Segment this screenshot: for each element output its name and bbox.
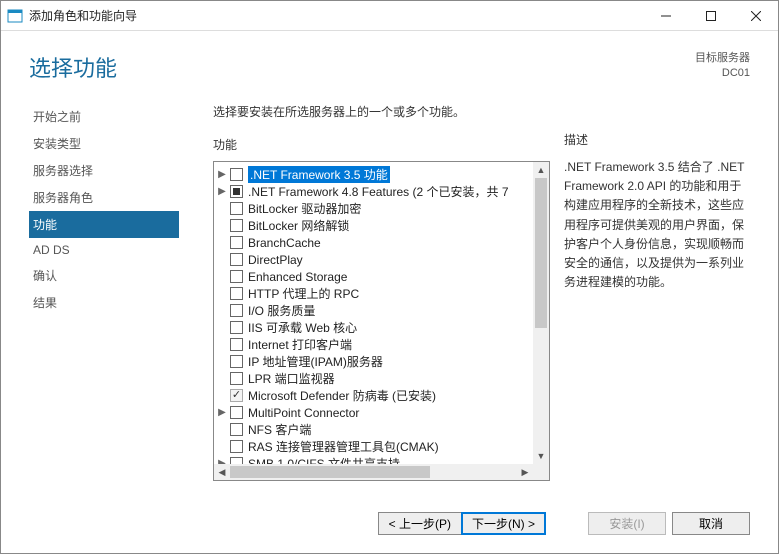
description-label: 描述: [564, 131, 750, 148]
maximize-button[interactable]: [688, 1, 733, 30]
feature-checkbox[interactable]: [230, 287, 243, 300]
description-text: .NET Framework 3.5 结合了 .NET Framework 2.…: [564, 158, 750, 292]
target-value: DC01: [695, 66, 750, 81]
feature-row[interactable]: DirectPlay: [216, 251, 531, 268]
sidebar-item-before-you-begin[interactable]: 开始之前: [29, 103, 179, 130]
feature-row[interactable]: IIS 可承载 Web 核心: [216, 319, 531, 336]
scroll-down-icon[interactable]: ▼: [533, 448, 549, 464]
feature-label[interactable]: .NET Framework 4.8 Features (2 个已安装，共 7: [248, 183, 509, 200]
sidebar-item-server-selection[interactable]: 服务器选择: [29, 157, 179, 184]
feature-row[interactable]: Microsoft Defender 防病毒 (已安装): [216, 387, 531, 404]
cancel-button[interactable]: 取消: [672, 512, 750, 535]
vertical-scrollbar[interactable]: ▲ ▼: [533, 162, 549, 464]
feature-row[interactable]: ▶ .NET Framework 4.8 Features (2 个已安装，共 7: [216, 183, 531, 200]
install-button[interactable]: 安装(I): [588, 512, 666, 535]
feature-row[interactable]: HTTP 代理上的 RPC: [216, 285, 531, 302]
feature-checkbox[interactable]: [230, 440, 243, 453]
wizard-footer: < 上一步(P) 下一步(N) > 安装(I) 取消: [1, 493, 778, 553]
feature-checkbox[interactable]: [230, 270, 243, 283]
minimize-button[interactable]: [643, 1, 688, 30]
feature-label[interactable]: IIS 可承载 Web 核心: [248, 319, 357, 336]
feature-label[interactable]: Internet 打印客户端: [248, 336, 352, 353]
feature-label[interactable]: MultiPoint Connector: [248, 406, 359, 420]
feature-checkbox[interactable]: [230, 321, 243, 334]
instruction-text: 选择要安装在所选服务器上的一个或多个功能。: [213, 103, 550, 120]
feature-label[interactable]: BranchCache: [248, 236, 321, 250]
sidebar-item-confirmation[interactable]: 确认: [29, 262, 179, 289]
horizontal-scroll-thumb[interactable]: [230, 466, 430, 478]
feature-checkbox[interactable]: [230, 185, 243, 198]
feature-row[interactable]: I/O 服务质量: [216, 302, 531, 319]
feature-label[interactable]: LPR 端口监视器: [248, 370, 335, 387]
feature-label[interactable]: SMB 1.0/CIFS 文件共享支持: [248, 455, 400, 464]
feature-row[interactable]: IP 地址管理(IPAM)服务器: [216, 353, 531, 370]
feature-checkbox[interactable]: [230, 338, 243, 351]
features-tree: ▶ .NET Framework 3.5 功能 ▶ .NET Framework 4.…: [213, 161, 550, 481]
feature-label[interactable]: I/O 服务质量: [248, 302, 315, 319]
sidebar-item-server-roles[interactable]: 服务器角色: [29, 184, 179, 211]
previous-button[interactable]: < 上一步(P): [378, 512, 461, 535]
scroll-corner: [533, 464, 549, 480]
feature-label[interactable]: Microsoft Defender 防病毒 (已安装): [248, 387, 436, 404]
feature-checkbox[interactable]: [230, 304, 243, 317]
feature-checkbox[interactable]: [230, 202, 243, 215]
feature-checkbox[interactable]: [230, 236, 243, 249]
vertical-scroll-thumb[interactable]: [535, 178, 547, 328]
scroll-up-icon[interactable]: ▲: [533, 162, 549, 178]
feature-row[interactable]: ▶SMB 1.0/CIFS 文件共享支持: [216, 455, 531, 464]
scroll-left-icon[interactable]: ◀: [214, 464, 230, 480]
feature-row[interactable]: BitLocker 驱动器加密: [216, 200, 531, 217]
feature-label[interactable]: .NET Framework 3.5 功能: [248, 166, 390, 183]
feature-checkbox[interactable]: [230, 457, 243, 464]
titlebar: 添加角色和功能向导: [1, 1, 778, 31]
feature-row[interactable]: BitLocker 网络解锁: [216, 217, 531, 234]
feature-checkbox: [230, 389, 243, 402]
horizontal-scrollbar[interactable]: ◀ ▶: [214, 464, 533, 480]
scroll-right-icon[interactable]: ▶: [517, 464, 533, 480]
expander-icon[interactable]: ▶: [216, 407, 228, 418]
wizard-steps-sidebar: 开始之前 安装类型 服务器选择 服务器角色 功能 AD DS 确认 结果: [29, 93, 179, 493]
feature-checkbox[interactable]: [230, 355, 243, 368]
feature-row[interactable]: ▶ MultiPoint Connector: [216, 404, 531, 421]
feature-row[interactable]: LPR 端口监视器: [216, 370, 531, 387]
feature-checkbox[interactable]: [230, 219, 243, 232]
close-button[interactable]: [733, 1, 778, 30]
feature-label[interactable]: NFS 客户端: [248, 421, 311, 438]
feature-checkbox[interactable]: [230, 406, 243, 419]
feature-checkbox[interactable]: [230, 423, 243, 436]
feature-checkbox[interactable]: [230, 253, 243, 266]
feature-label[interactable]: BitLocker 驱动器加密: [248, 200, 361, 217]
feature-label[interactable]: Enhanced Storage: [248, 270, 347, 284]
expander-icon[interactable]: ▶: [216, 186, 228, 197]
app-icon: [7, 8, 23, 24]
feature-row[interactable]: RAS 连接管理器管理工具包(CMAK): [216, 438, 531, 455]
feature-label[interactable]: BitLocker 网络解锁: [248, 217, 349, 234]
feature-checkbox[interactable]: [230, 372, 243, 385]
feature-label[interactable]: IP 地址管理(IPAM)服务器: [248, 353, 383, 370]
sidebar-item-installation-type[interactable]: 安装类型: [29, 130, 179, 157]
sidebar-item-results[interactable]: 结果: [29, 289, 179, 316]
target-server-info: 目标服务器 DC01: [695, 51, 750, 83]
feature-label[interactable]: RAS 连接管理器管理工具包(CMAK): [248, 438, 439, 455]
sidebar-item-features[interactable]: 功能: [29, 211, 179, 238]
feature-label[interactable]: DirectPlay: [248, 253, 303, 267]
page-title: 选择功能: [29, 51, 117, 83]
feature-row[interactable]: Enhanced Storage: [216, 268, 531, 285]
feature-row[interactable]: NFS 客户端: [216, 421, 531, 438]
next-button[interactable]: 下一步(N) >: [461, 512, 546, 535]
feature-label[interactable]: HTTP 代理上的 RPC: [248, 285, 359, 302]
feature-row[interactable]: ▶ .NET Framework 3.5 功能: [216, 166, 531, 183]
feature-row[interactable]: BranchCache: [216, 234, 531, 251]
page-header: 选择功能 目标服务器 DC01: [1, 31, 778, 93]
window-title: 添加角色和功能向导: [29, 7, 643, 24]
sidebar-item-ad-ds[interactable]: AD DS: [29, 238, 179, 262]
features-label: 功能: [213, 136, 550, 153]
feature-row[interactable]: Internet 打印客户端: [216, 336, 531, 353]
feature-checkbox[interactable]: [230, 168, 243, 181]
target-label: 目标服务器: [695, 51, 750, 66]
expander-icon[interactable]: ▶: [216, 169, 228, 180]
